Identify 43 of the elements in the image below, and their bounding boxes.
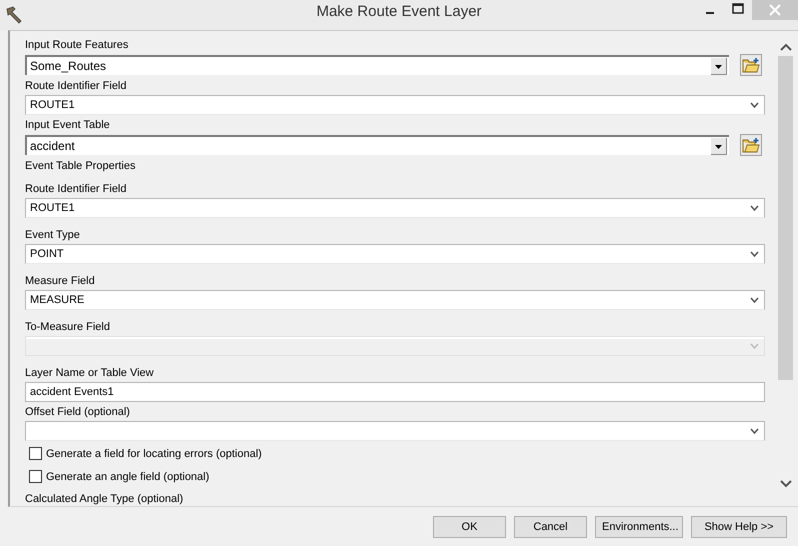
field-label: Offset Field (optional) [25,406,131,419]
browse-button[interactable] [740,134,762,156]
combo-box[interactable]: Some_Routes [25,55,729,75]
dropdown-field[interactable]: POINT [25,244,765,264]
dropdown-arrow-icon[interactable] [711,138,727,154]
checkbox-label: Generate a field for locating errors (optional) [46,448,262,460]
field-label: Input Route Features [25,39,130,52]
dialog-button[interactable]: OK [433,516,506,538]
field-label: Measure Field [25,275,96,288]
scrollbar-thumb[interactable] [778,56,793,380]
dropdown-field[interactable]: ROUTE1 [25,198,765,218]
scroll-down-icon[interactable] [780,480,792,488]
dropdown-field[interactable]: MEASURE [25,290,765,310]
field-label: To-Measure Field [25,321,111,334]
dialog-button[interactable]: Cancel [514,516,587,538]
dropdown-arrow-icon[interactable] [711,58,727,74]
field-label: Route Identifier Field [25,183,128,196]
chevron-down-icon[interactable] [750,205,759,211]
checkbox-label: Generate an angle field (optional) [46,470,210,482]
section-label: Calculated Angle Type (optional) [25,493,184,506]
dialog-button[interactable]: Show Help >> [691,516,787,538]
window-title: Make Route Event Layer [316,3,482,20]
hammer-icon [5,6,23,24]
dialog-button[interactable]: Environments... [595,516,683,538]
field-label: Event Type [25,229,81,242]
folder-icon [742,137,760,153]
checkbox[interactable] [29,470,42,483]
field-label: Input Event Table [25,119,111,132]
checkbox[interactable] [29,447,42,460]
field-label: Layer Name or Table View [25,367,155,380]
chevron-down-icon[interactable] [750,251,759,257]
chevron-down-icon[interactable] [750,428,759,434]
combo-box[interactable]: accident [25,135,729,155]
dropdown-field[interactable] [25,421,765,441]
chevron-down-icon[interactable] [750,102,759,108]
chevron-down-icon[interactable] [750,297,759,303]
folder-icon [742,57,760,73]
dropdown-field[interactable]: ROUTE1 [25,95,765,115]
field-label: Route Identifier Field [25,80,128,93]
scroll-up-icon[interactable] [780,43,792,51]
section-label: Event Table Properties [25,160,136,173]
text-field[interactable]: accident Events1 [25,382,765,402]
browse-button[interactable] [740,54,762,76]
